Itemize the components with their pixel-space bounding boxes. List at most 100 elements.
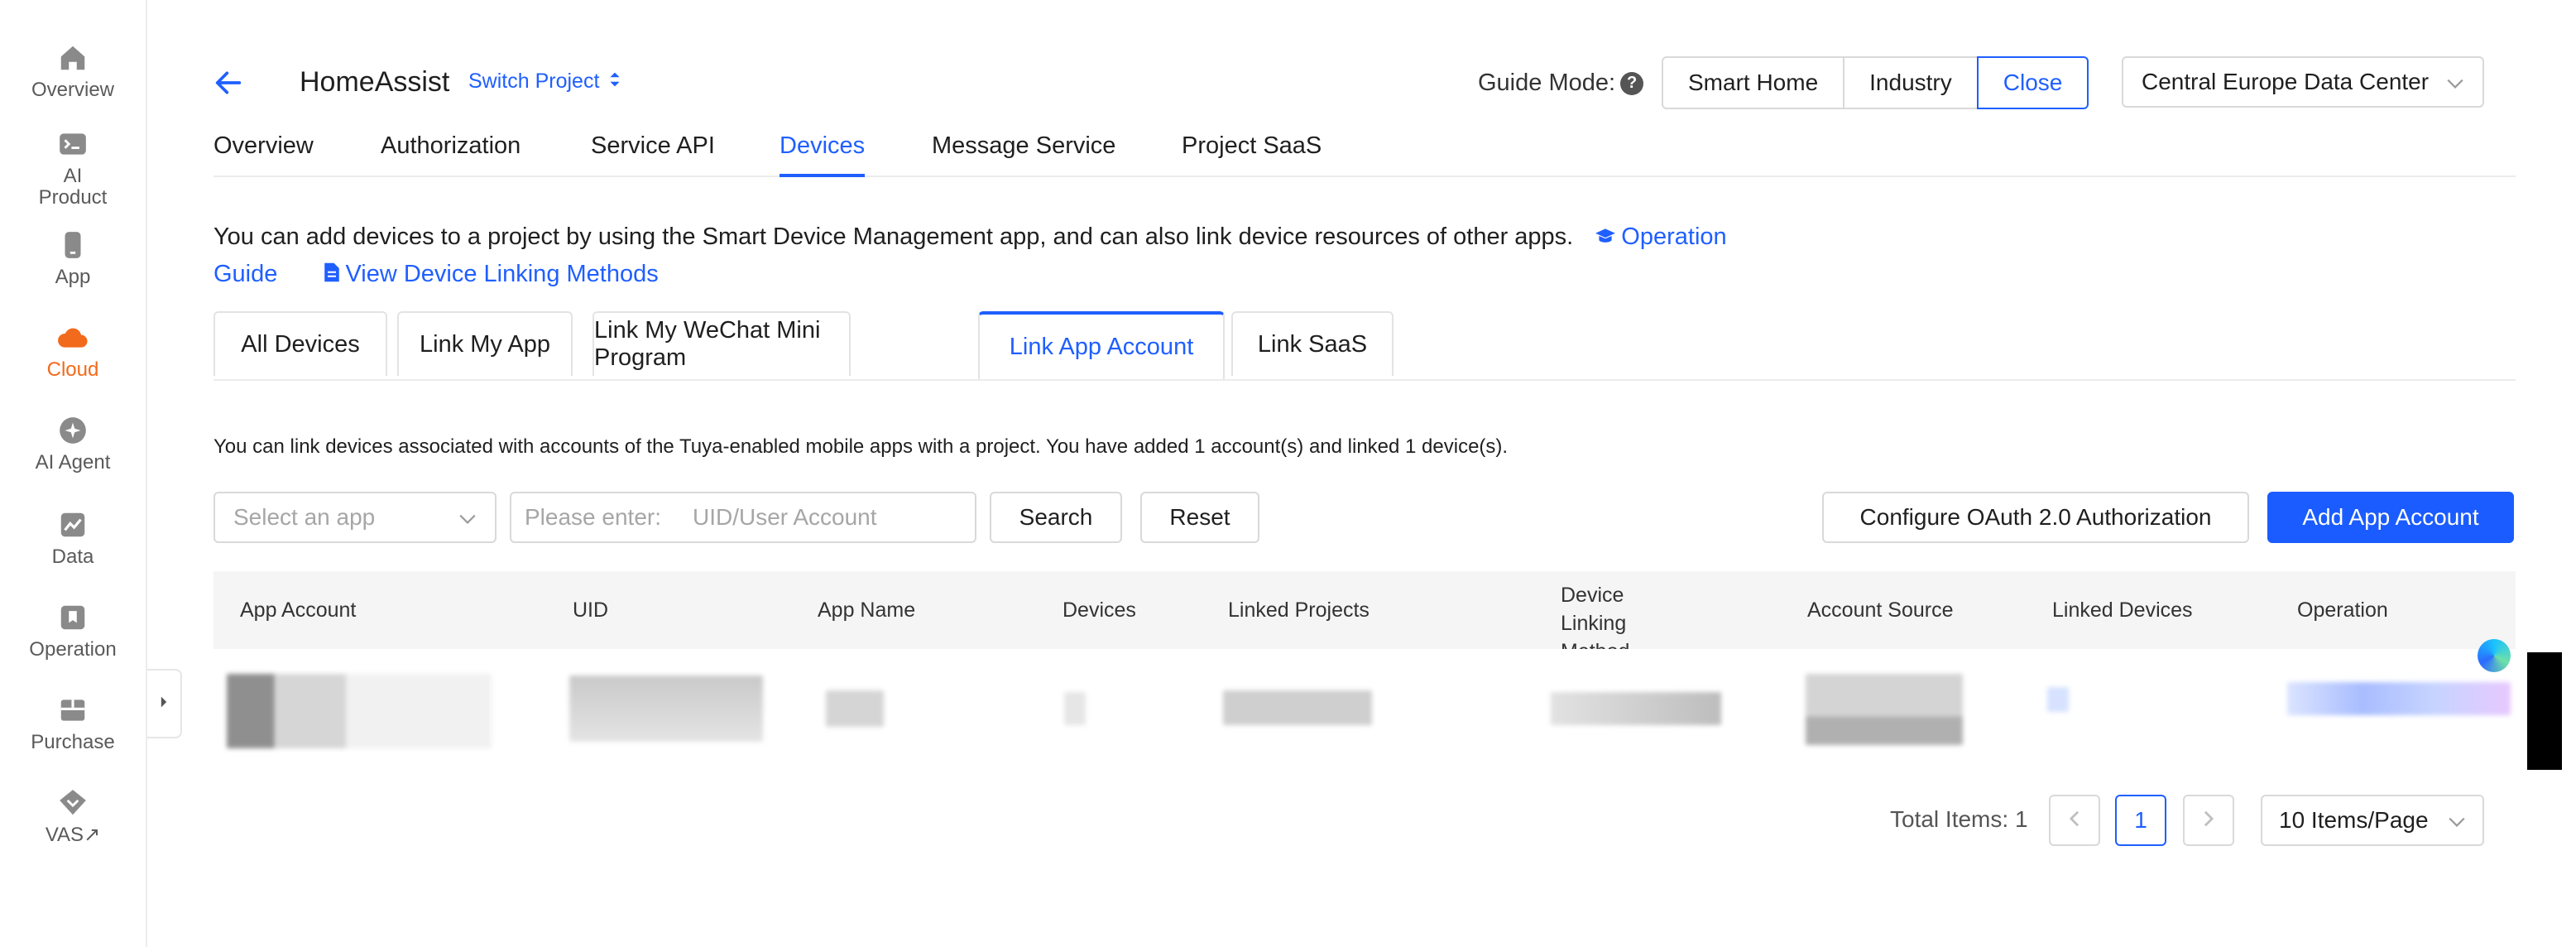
subtab-link-wechat-mini-program[interactable]: Link My WeChat Mini Program bbox=[592, 311, 851, 376]
configure-oauth-button[interactable]: Configure OAuth 2.0 Authorization bbox=[1822, 492, 2249, 543]
sidebar-item-app[interactable]: App bbox=[0, 228, 146, 288]
chevron-down-icon bbox=[2446, 69, 2464, 95]
back-arrow-icon[interactable] bbox=[212, 66, 245, 99]
document-icon bbox=[324, 257, 340, 294]
uid-search-input[interactable]: Please enter: UID/User Account bbox=[510, 492, 976, 543]
operation-guide-text-b: Guide bbox=[213, 261, 278, 288]
uid-input-placeholder: UID/User Account bbox=[693, 504, 877, 530]
column-linked-devices: Linked Devices bbox=[2052, 598, 2193, 622]
diamond-icon bbox=[56, 786, 89, 820]
sidebar-item-vas[interactable]: VAS↗ bbox=[0, 786, 146, 846]
bookmark-icon bbox=[56, 601, 89, 634]
view-linking-methods-text: View Device Linking Methods bbox=[345, 261, 659, 288]
prev-page-button[interactable] bbox=[2049, 795, 2100, 846]
devices-info: You can add devices to a project by usin… bbox=[213, 219, 1769, 294]
sidebar-item-label: Operation bbox=[29, 638, 117, 661]
app-select[interactable]: Select an app bbox=[213, 492, 496, 543]
mode-industry-button[interactable]: Industry bbox=[1843, 56, 1979, 109]
sidebar-item-label: Purchase bbox=[31, 731, 115, 753]
sparkle-icon bbox=[56, 414, 89, 447]
data-center-select[interactable]: Central Europe Data Center bbox=[2122, 56, 2484, 108]
tab-service-api[interactable]: Service API bbox=[591, 132, 715, 174]
sidebar-item-label: App bbox=[55, 266, 91, 288]
external-link-icon: ↗ bbox=[84, 824, 101, 846]
column-linked-projects: Linked Projects bbox=[1228, 598, 1370, 622]
chevron-down-icon bbox=[458, 504, 477, 531]
mode-close-button[interactable]: Close bbox=[1976, 56, 2089, 109]
sidebar-item-purchase[interactable]: Purchase bbox=[0, 694, 146, 753]
operation-guide-text-a: Operation bbox=[1621, 224, 1727, 250]
sidebar-item-cloud[interactable]: Cloud bbox=[0, 321, 146, 381]
guide-mode-text: Guide Mode: bbox=[1478, 70, 1616, 96]
column-app-account: App Account bbox=[240, 598, 357, 622]
subtab-link-app-account[interactable]: Link App Account bbox=[978, 311, 1225, 379]
guide-mode-label: Guide Mode: ? bbox=[1478, 70, 1644, 97]
tab-overview[interactable]: Overview bbox=[213, 132, 314, 174]
sidebar-item-operation[interactable]: Operation bbox=[0, 601, 146, 661]
subtab-link-my-app[interactable]: Link My App bbox=[397, 311, 573, 376]
page-1-button[interactable]: 1 bbox=[2115, 795, 2166, 846]
redacted-uid bbox=[569, 675, 763, 742]
subtab-link-saas[interactable]: Link SaaS bbox=[1231, 311, 1394, 376]
tab-devices[interactable]: Devices bbox=[780, 132, 866, 177]
next-page-button[interactable] bbox=[2183, 795, 2234, 846]
redacted-account-source bbox=[1806, 674, 1963, 745]
guide-mode-switch: Smart Home Industry Close bbox=[1662, 56, 2089, 109]
switch-project-button[interactable]: Switch Project bbox=[468, 70, 621, 94]
device-subtabs: All Devices Link My App Link My WeChat M… bbox=[213, 311, 2516, 381]
reset-button[interactable]: Reset bbox=[1140, 492, 1259, 543]
page-size-select[interactable]: 10 Items/Page bbox=[2261, 795, 2484, 846]
phone-icon bbox=[56, 228, 89, 262]
project-nav: Overview Authorization Service API Devic… bbox=[213, 129, 2516, 177]
app-select-placeholder: Select an app bbox=[233, 504, 376, 530]
view-linking-methods-link[interactable]: View Device Linking Methods bbox=[284, 261, 659, 288]
sidebar-item-label: Cloud bbox=[46, 358, 99, 381]
chevron-left-icon bbox=[2069, 807, 2080, 834]
mode-smart-home-button[interactable]: Smart Home bbox=[1662, 56, 1845, 109]
house-icon bbox=[56, 41, 89, 75]
sidebar-item-label: VAS↗ bbox=[45, 824, 101, 846]
sidebar-item-ai-agent[interactable]: AI Agent bbox=[0, 414, 146, 474]
chart-icon bbox=[56, 508, 89, 541]
subtab-all-devices[interactable]: All Devices bbox=[213, 311, 387, 376]
sidebar-item-ai-product[interactable]: AI Product bbox=[0, 127, 146, 209]
terminal-icon bbox=[56, 127, 89, 161]
redacted-linking-method bbox=[1551, 692, 1721, 725]
box-icon bbox=[56, 694, 89, 727]
table-header: App Account UID App Name Devices Linked … bbox=[213, 571, 2516, 663]
sort-arrows-icon bbox=[609, 70, 621, 94]
tab-project-saas[interactable]: Project SaaS bbox=[1182, 132, 1322, 174]
sidebar-item-label: Overview bbox=[31, 79, 115, 101]
column-app-name: App Name bbox=[818, 598, 916, 622]
redacted-app-name bbox=[826, 690, 884, 727]
sidebar-collapse-toggle[interactable] bbox=[147, 669, 182, 738]
add-app-account-button[interactable]: Add App Account bbox=[2267, 492, 2514, 543]
cloud-icon bbox=[56, 321, 89, 354]
help-icon[interactable]: ? bbox=[1620, 71, 1644, 95]
column-operation: Operation bbox=[2297, 598, 2388, 622]
side-drawer-handle[interactable] bbox=[2527, 652, 2562, 770]
redacted-linked-projects bbox=[1223, 690, 1372, 725]
redacted-linked-devices bbox=[2047, 687, 2069, 712]
page-size-value: 10 Items/Page bbox=[2279, 807, 2429, 833]
search-button[interactable]: Search bbox=[990, 492, 1122, 543]
sidebar-item-data[interactable]: Data bbox=[0, 508, 146, 568]
sidebar-item-label: Data bbox=[51, 546, 94, 568]
table-row[interactable] bbox=[213, 649, 2516, 768]
data-center-value: Central Europe Data Center bbox=[2142, 69, 2430, 94]
link-account-description: You can link devices associated with acc… bbox=[213, 435, 1509, 458]
sidebar-item-label: AI Agent bbox=[35, 451, 111, 474]
total-items: Total Items: 1 bbox=[1890, 806, 2028, 832]
uid-input-prefix: Please enter: bbox=[525, 504, 661, 530]
column-account-source: Account Source bbox=[1807, 598, 1954, 622]
switch-project-label: Switch Project bbox=[468, 70, 600, 93]
assistant-float-icon[interactable] bbox=[2478, 639, 2511, 672]
sidebar-item-label: AI Product bbox=[38, 165, 108, 209]
graduation-cap-icon bbox=[1595, 219, 1616, 256]
left-sidebar: Overview AI Product App Cloud AI Agent D… bbox=[0, 0, 147, 947]
sidebar-item-overview[interactable]: Overview bbox=[0, 41, 146, 101]
tab-authorization[interactable]: Authorization bbox=[381, 132, 520, 174]
column-uid: UID bbox=[573, 598, 609, 622]
tab-message-service[interactable]: Message Service bbox=[932, 132, 1115, 174]
column-devices: Devices bbox=[1063, 598, 1136, 622]
